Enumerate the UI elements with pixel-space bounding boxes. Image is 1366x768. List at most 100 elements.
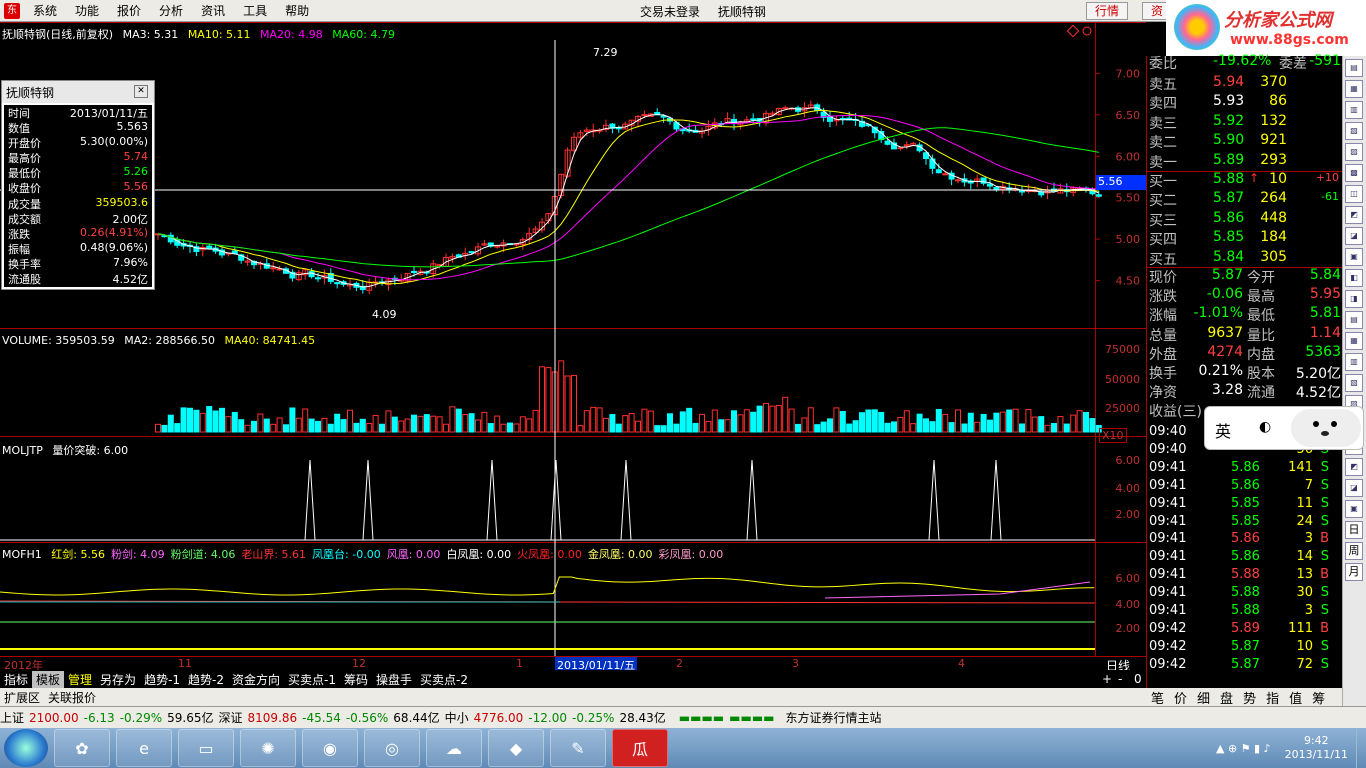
toolbar-icon[interactable]: ▤ <box>1345 311 1363 329</box>
tab-value[interactable]: 值 <box>1284 688 1307 707</box>
pinwheel-icon[interactable]: ✺ <box>240 729 296 767</box>
menu-help[interactable]: 帮助 <box>276 2 318 19</box>
volume-panel-title: VOLUME: 359503.59 MA2: 288566.50 MA40: 8… <box>2 334 321 347</box>
tab-template[interactable]: 模板 <box>32 670 65 688</box>
period-week-button[interactable]: 周 <box>1345 542 1363 560</box>
menu-analysis[interactable]: 分析 <box>150 2 192 19</box>
menu-system[interactable]: 系统 <box>24 2 66 19</box>
paint-icon[interactable]: ✎ <box>550 729 606 767</box>
tab-extension-area[interactable]: 扩展区 <box>0 689 44 706</box>
tab-trade-point-2[interactable]: 买卖点-2 <box>416 671 472 688</box>
toolbar-icon[interactable]: ▣ <box>1345 500 1363 518</box>
menu-news[interactable]: 资讯 <box>192 2 234 19</box>
brand-url: www.88gs.com <box>1230 32 1349 48</box>
ime-language[interactable]: 英 <box>1215 418 1231 442</box>
sz-pct: -0.56% <box>345 710 389 725</box>
toolbar-icon[interactable]: ◩ <box>1345 206 1363 224</box>
data-window-row: 时间 2013/01/11/五 <box>4 105 152 120</box>
tab-trades[interactable]: 笔 <box>1146 688 1169 707</box>
tab-manage[interactable]: 管理 <box>64 671 96 688</box>
signal-spike <box>550 459 562 541</box>
tab-indicator[interactable]: 指标 <box>0 671 32 688</box>
toolbar-icon[interactable]: ▨ <box>1345 143 1363 161</box>
tab-trend[interactable]: 势 <box>1238 688 1261 707</box>
zoom-reset-button[interactable]: 0 <box>1130 672 1146 686</box>
server-name[interactable]: 东方证券行情主站 <box>786 709 882 726</box>
toolbar-icon[interactable]: ▥ <box>1345 353 1363 371</box>
menu-quote[interactable]: 报价 <box>108 2 150 19</box>
volume-bar <box>1083 411 1089 433</box>
ask-label: 卖二 <box>1149 135 1177 152</box>
toolbar-icon[interactable]: ▦ <box>1345 80 1363 98</box>
toolbar-icon[interactable]: ▥ <box>1345 101 1363 119</box>
ask-row: 卖一 5.89 293 <box>1147 152 1343 171</box>
tab-trend-1[interactable]: 趋势-1 <box>140 671 184 688</box>
stat-value: 5.87 <box>1211 267 1243 283</box>
tick-volume: 11 <box>1296 495 1313 511</box>
data-window-row: 涨跌 0.26(4.91%) <box>4 226 152 241</box>
login-status[interactable]: 交易未登录 <box>640 5 700 19</box>
ask-price: 5.92 <box>1213 112 1245 129</box>
data-window-header[interactable]: 抚顺特钢 ✕ <box>2 81 154 103</box>
cloud-icon[interactable]: ☁ <box>426 729 482 767</box>
tab-trend-2[interactable]: 趋势-2 <box>184 671 228 688</box>
tab-trader[interactable]: 操盘手 <box>372 671 416 688</box>
tray-icons[interactable]: ▲ ⊕ ⚑ ▮ ♪ <box>1216 742 1271 755</box>
ime-popup[interactable]: 英 ◐ <box>1204 406 1364 450</box>
chart-area[interactable]: 7.00 6.50 6.00 5.50 5.00 4.50 75000 50000 25000 6… <box>0 22 1146 656</box>
ie-icon[interactable]: e <box>116 729 172 767</box>
period-day-button[interactable]: 日 <box>1345 521 1363 539</box>
tab-price[interactable]: 价 <box>1169 688 1192 707</box>
toolbar-icon[interactable]: ◪ <box>1345 227 1363 245</box>
tab-trade-point-1[interactable]: 买卖点-1 <box>284 671 340 688</box>
melon-icon[interactable]: 瓜 <box>612 729 668 767</box>
volume-bar <box>545 367 552 433</box>
period-month-button[interactable]: 月 <box>1345 563 1363 581</box>
toolbar-icon[interactable]: ▩ <box>1345 164 1363 182</box>
toolbar-icon[interactable]: ▧ <box>1345 374 1363 392</box>
volume-bar <box>1006 409 1013 433</box>
toolbar-icon[interactable]: ◧ <box>1345 269 1363 287</box>
tab-chips[interactable]: 筹码 <box>340 671 372 688</box>
start-button-icon[interactable] <box>4 729 48 767</box>
close-icon[interactable]: ✕ <box>134 85 148 98</box>
vol-tick-label: 50000 <box>1105 373 1140 386</box>
bid-volume: 305 <box>1260 248 1287 265</box>
toolbar-icon[interactable]: ◪ <box>1345 479 1363 497</box>
toolbar-icon[interactable]: ◩ <box>1345 458 1363 476</box>
tick-side: S <box>1320 513 1329 529</box>
menu-tools[interactable]: 工具 <box>234 2 276 19</box>
menu-function[interactable]: 功能 <box>66 2 108 19</box>
tab-save-as[interactable]: 另存为 <box>96 671 140 688</box>
volume-bar <box>539 366 545 433</box>
toolbar-icon[interactable]: ▣ <box>1345 248 1363 266</box>
tab-detail[interactable]: 细 <box>1192 688 1215 707</box>
stock-app-icon[interactable]: ◆ <box>488 729 544 767</box>
toolbar-icon[interactable]: ▧ <box>1345 122 1363 140</box>
show-desktop-button[interactable] <box>1356 728 1366 768</box>
weibo-icon[interactable]: ◎ <box>364 729 420 767</box>
toolbar-icon[interactable]: ◨ <box>1345 290 1363 308</box>
data-window[interactable]: 抚顺特钢 ✕ 时间 2013/01/11/五 数值 5.563 开盘价 5.30(0.00… <box>1 80 155 290</box>
folder-icon[interactable]: ▭ <box>178 729 234 767</box>
tick-price: 5.86 <box>1231 477 1260 493</box>
tab-related-quote[interactable]: 关联报价 <box>44 689 100 706</box>
toolbar-icon[interactable]: ▤ <box>1345 59 1363 77</box>
toolbar-icon[interactable]: ◫ <box>1345 185 1363 203</box>
volume-bar <box>372 414 379 433</box>
chrome-icon[interactable]: ◉ <box>302 729 358 767</box>
stat-label: 股本 <box>1247 366 1275 382</box>
tab-index[interactable]: 指 <box>1261 688 1284 707</box>
quote-button[interactable]: 行情 <box>1086 2 1129 20</box>
zoom-minus-button[interactable]: - <box>1114 672 1126 686</box>
tab-fund-direction[interactable]: 资金方向 <box>228 671 284 688</box>
volume-bar <box>283 424 289 433</box>
ask-price: 5.94 <box>1213 74 1245 90</box>
tab-book[interactable]: 盘 <box>1215 688 1238 707</box>
toolbar-icon[interactable]: ▦ <box>1345 332 1363 350</box>
ask-row: 卖五 5.94 370 <box>1147 74 1343 93</box>
taskbar-app-icon[interactable]: ✿ <box>54 729 110 767</box>
clock[interactable]: 9:42 2013/11/11 <box>1285 734 1348 762</box>
tab-chip[interactable]: 筹 <box>1307 688 1330 707</box>
volume-bar <box>481 411 488 433</box>
